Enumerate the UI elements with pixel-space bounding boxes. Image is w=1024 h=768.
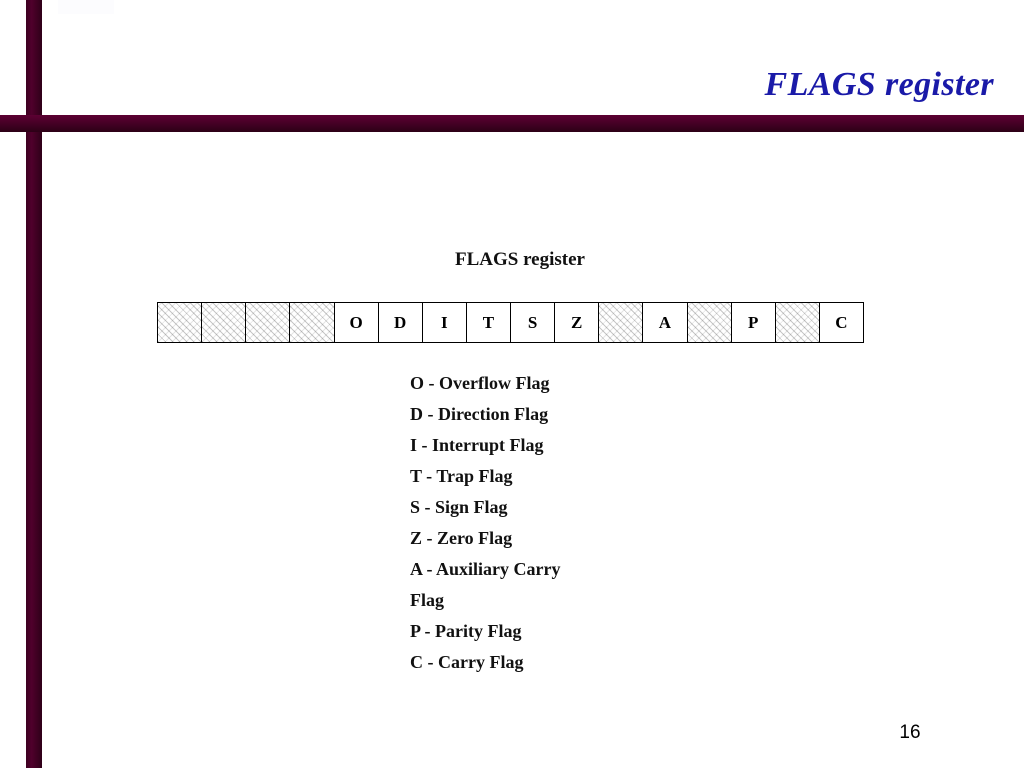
legend-line: S - Sign Flag <box>410 497 508 517</box>
decorative-corner-mark <box>58 0 114 14</box>
register-cell-reserved <box>775 303 820 342</box>
legend-line: C - Carry Flag <box>410 652 524 672</box>
legend-line: Z - Zero Flag <box>410 528 513 548</box>
register-cell-s: S <box>511 303 556 342</box>
register-cell-reserved <box>246 303 291 342</box>
decorative-horizontal-bar <box>0 115 1024 132</box>
register-diagram-caption: FLAGS register <box>455 249 585 270</box>
page-number: 16 <box>899 722 921 743</box>
register-cell-t: T <box>466 303 511 342</box>
flag-legend-list: O - Overflow Flag D - Direction Flag I - I… <box>410 368 830 678</box>
legend-line: A - Auxiliary Carry <box>410 559 561 579</box>
register-cell-i: I <box>422 303 467 342</box>
register-cell-d: D <box>378 303 423 342</box>
legend-line: I - Interrupt Flag <box>410 435 544 455</box>
flags-register-diagram: ODITSZ A P C <box>157 302 864 343</box>
register-cell-z: Z <box>555 303 600 342</box>
legend-line: T - Trap Flag <box>410 466 513 486</box>
register-cell-a: A <box>643 303 688 342</box>
legend-line: O - Overflow Flag <box>410 373 550 393</box>
legend-line: Flag <box>410 590 444 610</box>
register-cell-o: O <box>334 303 379 342</box>
register-cell-c: C <box>819 303 863 342</box>
legend-line: D - Direction Flag <box>410 404 549 424</box>
register-cell-reserved <box>202 303 247 342</box>
register-cell-reserved <box>599 303 644 342</box>
legend-line: P - Parity Flag <box>410 621 522 641</box>
register-cell-p: P <box>731 303 776 342</box>
register-cell-reserved <box>290 303 335 342</box>
register-cell-reserved <box>687 303 732 342</box>
slide-title: FLAGS register <box>764 66 994 103</box>
register-cell-reserved <box>158 303 203 342</box>
